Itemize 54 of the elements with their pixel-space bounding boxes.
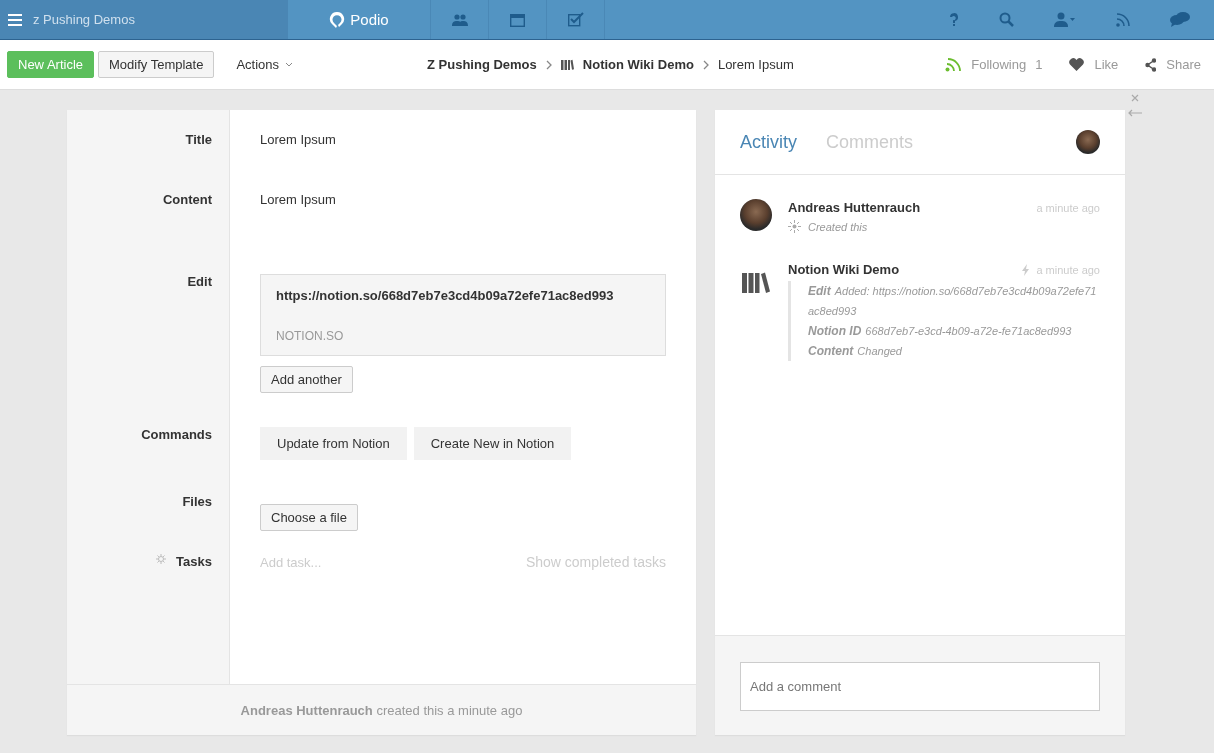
breadcrumb-link[interactable]: Lorem Ipsum: [717, 57, 794, 72]
change-line: Edit Added: https://notion.so/668d7eb7e3cd4b09a72efe71ac8ed993: [808, 283, 1098, 319]
command-button[interactable]: Create New in Notion: [413, 427, 572, 460]
arrow-left-icon[interactable]: [1128, 109, 1142, 117]
created-note: Andreas Huttenrauch created this a minute ago: [240, 702, 523, 718]
field-label: Files: [182, 494, 212, 509]
calendar-icon[interactable]: [510, 12, 525, 27]
field-label: Title: [185, 132, 212, 147]
field-label: Tasks: [176, 554, 212, 569]
activity-note: Created this: [808, 220, 868, 233]
search-icon[interactable]: [999, 12, 1014, 27]
feed-icon: [945, 57, 962, 72]
field-label: Commands: [141, 427, 212, 442]
sparkle-icon: [788, 220, 801, 233]
add-another-button[interactable]: Add another: [260, 366, 353, 393]
change-line: Notion ID 668d7eb7-e3cd-4b09-a72e-fe71ac8ed993: [808, 323, 1073, 340]
avatar-icon[interactable]: [740, 199, 772, 231]
field-label: Content: [162, 192, 212, 207]
modify-template-button[interactable]: Modify Template: [98, 51, 215, 78]
chat-icon[interactable]: [1170, 11, 1190, 28]
panel-tab[interactable]: Activity: [740, 131, 797, 153]
breadcrumb-link[interactable]: Z Pushing Demos: [427, 57, 537, 72]
caret-icon: [285, 62, 294, 67]
activity-title[interactable]: Notion Wiki Demo: [788, 262, 1016, 277]
chevron-icon: [702, 59, 709, 70]
books-icon: [560, 59, 574, 70]
avatar-icon[interactable]: [1076, 130, 1100, 154]
field-value: Lorem Ipsum: [260, 192, 336, 207]
menu-icon[interactable]: [8, 13, 22, 26]
choose-file-button[interactable]: Choose a file: [260, 504, 358, 531]
books-icon: [742, 271, 770, 293]
link-url[interactable]: https://notion.so/668d7eb7e3cd4b09a72efe71ac8ed993: [276, 288, 650, 303]
user-icon[interactable]: [1054, 12, 1076, 27]
share-icon: [1145, 57, 1157, 72]
checkbox-icon[interactable]: [567, 12, 584, 27]
actions-dropdown[interactable]: Actions: [230, 56, 300, 73]
close-icon[interactable]: [1131, 94, 1139, 102]
field-value: Lorem Ipsum: [260, 132, 336, 147]
bolt-icon: [1021, 263, 1031, 276]
field-label: Edit: [187, 274, 212, 289]
heart-icon: [1069, 58, 1085, 71]
pin-icon: [329, 10, 346, 29]
activity-title[interactable]: Andreas Huttenrauch: [788, 200, 1031, 215]
comment-field[interactable]: Add a comment: [740, 662, 1100, 711]
link-preview[interactable]: https://notion.so/668d7eb7e3cd4b09a72efe71ac8ed993 NOTION.SO: [260, 274, 666, 356]
help-icon[interactable]: [949, 12, 959, 27]
gear-icon[interactable]: [156, 554, 167, 564]
link-domain: NOTION.SO: [276, 329, 345, 343]
feed-icon[interactable]: [1116, 12, 1130, 27]
change-line: Content Changed: [808, 343, 903, 360]
chevron-icon: [545, 59, 552, 70]
command-button[interactable]: Update from Notion: [260, 427, 407, 460]
breadcrumb-link[interactable]: Notion Wiki Demo: [582, 57, 694, 72]
people-icon[interactable]: [451, 13, 468, 26]
